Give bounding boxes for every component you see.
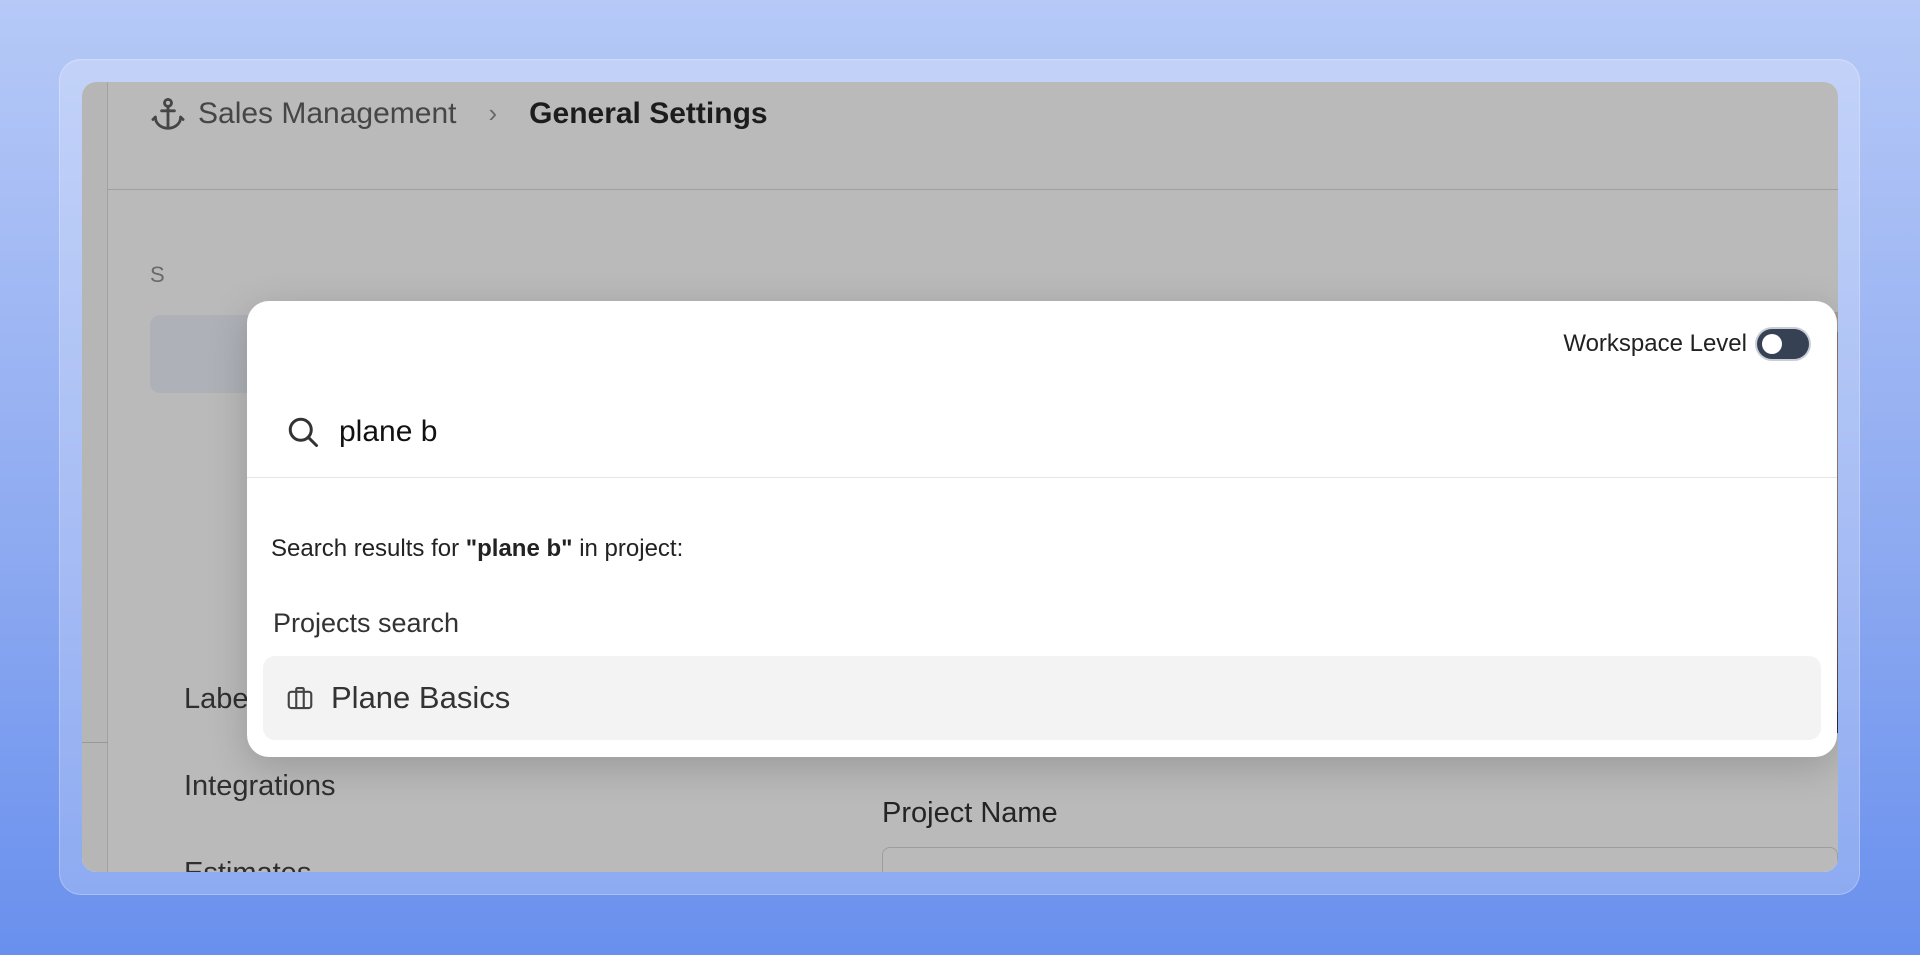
results-group-title: Projects search [273,608,460,638]
search-input[interactable] [339,414,1539,449]
app-content: Sales Management › General Settings S La… [82,82,1838,872]
search-result-label: Plane Basics [331,680,511,715]
search-bar [247,386,1837,478]
search-result-item[interactable]: Plane Basics [263,656,1821,740]
search-modal: Workspace Level Search results for "plan… [247,301,1837,757]
workspace-level-label: Workspace Level [1563,330,1747,357]
search-results-caption: Search results for "plane b" in project: [271,535,683,563]
toggle-knob [1762,334,1782,354]
results-caption-suffix: in project: [572,535,684,562]
search-icon [285,414,321,450]
app-window: Sales Management › General Settings S La… [82,82,1838,872]
results-caption-query: "plane b" [465,535,573,562]
results-caption-prefix: Search results for [271,535,466,562]
briefcase-icon [285,683,315,713]
workspace-level-control: Workspace Level [1563,329,1809,359]
workspace-level-toggle[interactable] [1757,329,1809,359]
